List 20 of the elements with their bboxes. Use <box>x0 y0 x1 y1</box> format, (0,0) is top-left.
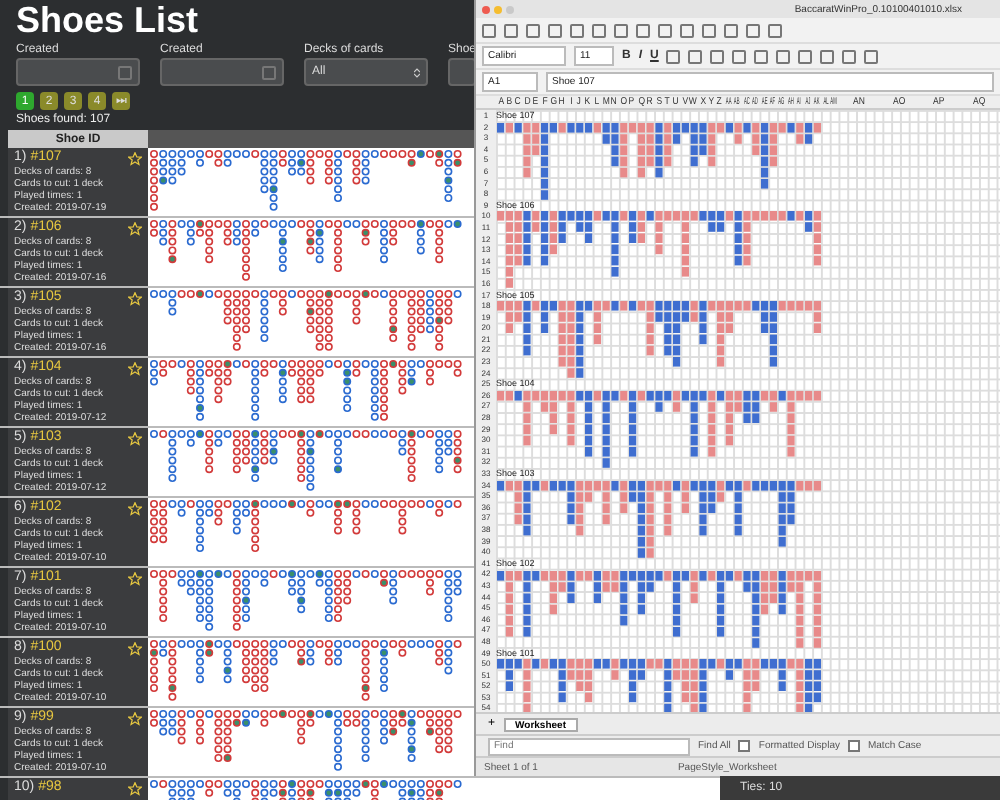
star-icon[interactable] <box>128 151 142 165</box>
date-field[interactable] <box>16 58 140 86</box>
checkbox[interactable] <box>847 740 860 752</box>
calendar-icon <box>118 65 132 79</box>
star-icon[interactable] <box>128 361 142 375</box>
select-field[interactable] <box>448 58 476 86</box>
star-icon[interactable] <box>128 291 142 305</box>
close-icon[interactable] <box>482 5 490 13</box>
calendar-icon <box>262 65 276 79</box>
page-title: Shoes List <box>16 2 199 40</box>
star-icon[interactable] <box>128 431 142 445</box>
star-icon[interactable] <box>128 781 142 795</box>
checkbox[interactable] <box>738 740 751 752</box>
star-icon[interactable] <box>128 711 142 725</box>
star-icon[interactable] <box>128 221 142 235</box>
date-field[interactable] <box>160 58 284 86</box>
star-icon[interactable] <box>128 571 142 585</box>
star-icon[interactable] <box>128 501 142 515</box>
star-icon[interactable] <box>128 641 142 655</box>
chevron-icon <box>414 67 420 77</box>
